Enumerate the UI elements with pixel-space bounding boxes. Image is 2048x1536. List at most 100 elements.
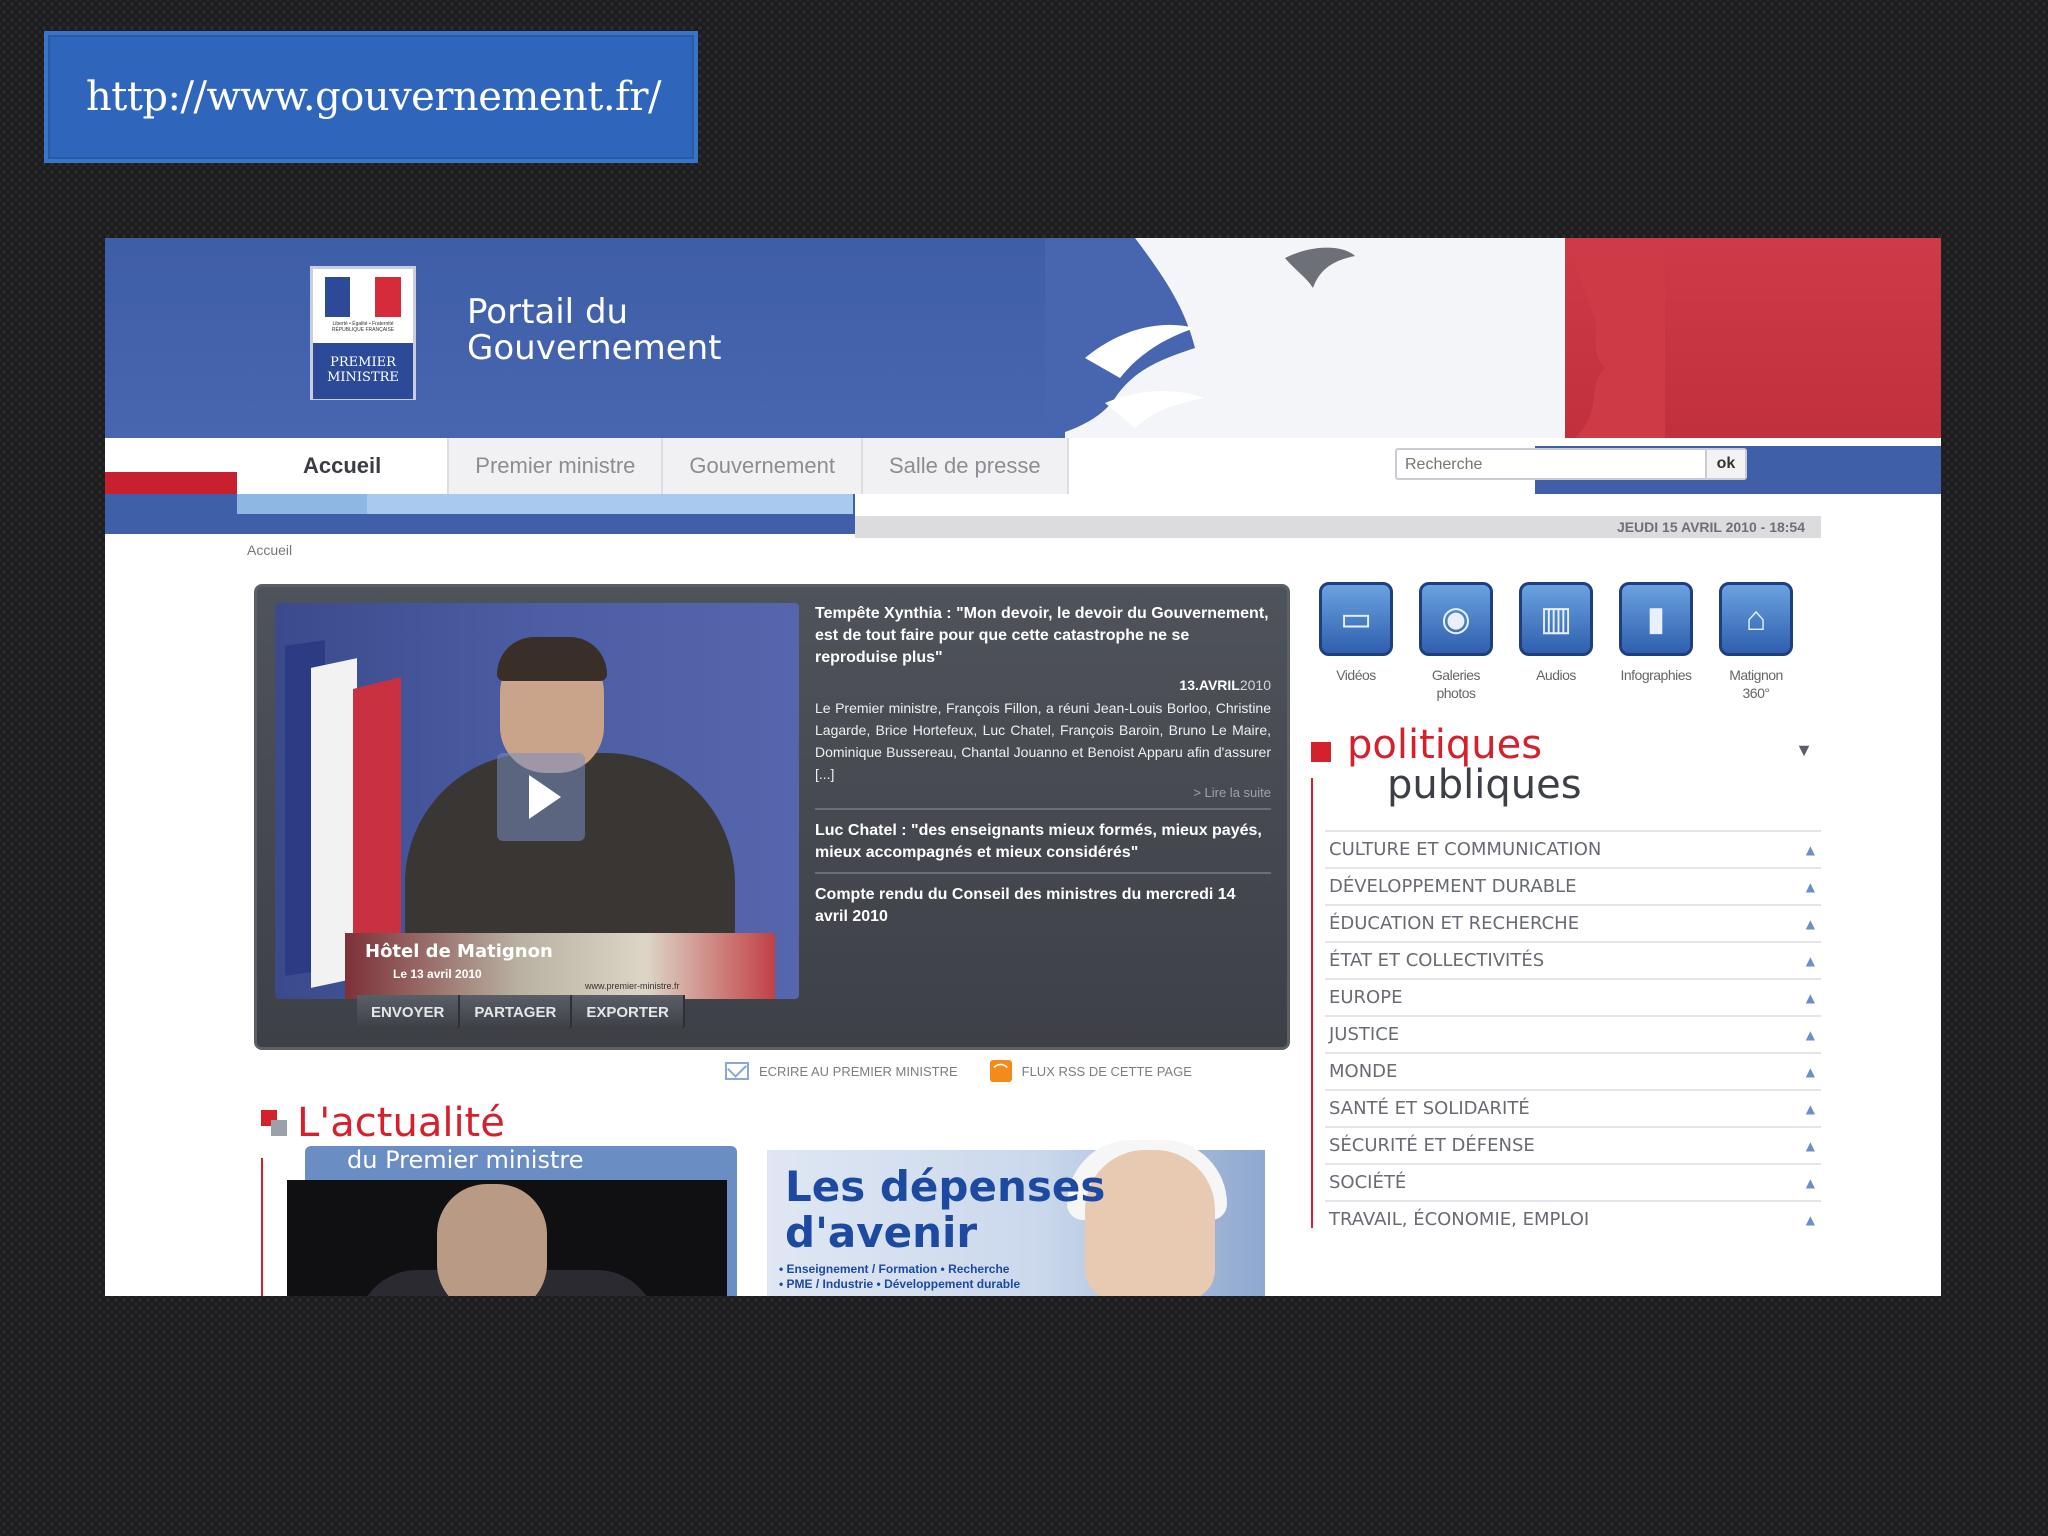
chevron-up-icon: ▲ [1805, 1138, 1815, 1153]
depenses-sub-line1: • Enseignement / Formation • Recherche [779, 1262, 1010, 1276]
news-body-1: Le Premier ministre, François Fillon, a … [815, 700, 1271, 782]
chevron-up-icon: ▲ [1805, 842, 1815, 857]
list-item[interactable]: CULTURE ET COMMUNICATION ▲ [1325, 830, 1821, 867]
play-button[interactable] [497, 753, 585, 841]
search-input[interactable] [1405, 454, 1715, 476]
chevron-up-icon: ▲ [1805, 1064, 1815, 1079]
search-ok-button[interactable]: ok [1705, 450, 1745, 478]
portal-title[interactable]: Portail du Gouvernement [467, 294, 722, 366]
chevron-up-icon: ▲ [1805, 916, 1815, 931]
list-item[interactable]: ÉTAT ET COLLECTIVITÉS ▲ [1325, 941, 1821, 978]
politique-label: ÉTAT ET COLLECTIVITÉS [1329, 950, 1545, 971]
politiques-divider [1311, 778, 1313, 1228]
video-overlay-site: www.premier-ministre.fr [585, 981, 680, 991]
url-banner: http://www.gouvernement.fr/ [44, 31, 698, 163]
date-bar: JEUDI 15 AVRIL 2010 - 18:54 [855, 516, 1821, 538]
politiques-title-line2: publiques [1387, 762, 1582, 808]
list-item[interactable]: DÉVELOPPEMENT DURABLE ▲ [1325, 867, 1821, 904]
list-item[interactable]: SOCIÉTÉ ▲ [1325, 1163, 1821, 1200]
list-item[interactable]: MONDE ▲ [1325, 1052, 1821, 1089]
news-title-2[interactable]: Luc Chatel : "des enseignants mieux form… [815, 820, 1271, 864]
list-item[interactable]: ÉDUCATION ET RECHERCHE ▲ [1325, 904, 1821, 941]
news-divider [815, 872, 1271, 874]
search-box: ok [1395, 448, 1747, 480]
tab-salle-de-presse[interactable]: Salle de presse [862, 438, 1069, 494]
media-label: Galeries photos [1431, 667, 1481, 701]
chevron-up-icon: ▲ [1805, 1175, 1815, 1190]
list-item[interactable]: JUSTICE ▲ [1325, 1015, 1821, 1052]
portal-title-line1: Portail du [467, 292, 629, 332]
actualite-card[interactable]: du Premier ministre [287, 1146, 737, 1296]
partager-button[interactable]: PARTAGER [460, 995, 573, 1029]
logo-pm-text: PREMIER MINISTRE [313, 343, 413, 399]
rss-label: FLUX RSS DE CETTE PAGE [1021, 1063, 1192, 1079]
page-links: ECRIRE AU PREMIER MINISTRE ⌒ FLUX RSS DE… [725, 1060, 1192, 1082]
tab-accueil[interactable]: Accueil [237, 438, 450, 494]
media-photos[interactable]: ◉ Galeries photos [1417, 582, 1495, 702]
news-divider [815, 808, 1271, 810]
politique-label: SÉCURITÉ ET DÉFENSE [1329, 1135, 1535, 1156]
breadcrumb[interactable]: Accueil [247, 542, 292, 558]
url-text: http://www.gouvernement.fr/ [86, 74, 661, 120]
chevron-up-icon: ▲ [1805, 1027, 1815, 1042]
write-pm-link[interactable]: ECRIRE AU PREMIER MINISTRE [725, 1060, 958, 1082]
portal-title-line2: Gouvernement [467, 328, 722, 368]
featured-slider: Hôtel de Matignon Le 13 avril 2010 www.p… [254, 584, 1290, 1050]
marianne-profile-icon [1045, 238, 1665, 438]
write-pm-label: ECRIRE AU PREMIER MINISTRE [759, 1063, 958, 1079]
politique-label: ÉDUCATION ET RECHERCHE [1329, 913, 1580, 934]
nav-red-accent [105, 472, 237, 494]
tab-premier-ministre[interactable]: Premier ministre [449, 438, 664, 494]
premier-ministre-logo[interactable]: Liberté • Égalité • Fraternité RÉPUBLIQU… [310, 266, 416, 400]
chevron-up-icon: ▲ [1805, 1101, 1815, 1116]
chevron-up-icon: ▲ [1805, 879, 1815, 894]
mail-icon [725, 1062, 749, 1080]
section-square-icon [1311, 742, 1331, 762]
list-item[interactable]: SÉCURITÉ ET DÉFENSE ▲ [1325, 1126, 1821, 1163]
read-more-link[interactable]: > Lire la suite [815, 785, 1271, 800]
main-nav-tabs: Accueil Premier ministre Gouvernement Sa… [237, 438, 1069, 494]
news-title-1[interactable]: Tempête Xynthia : "Mon devoir, le devoir… [815, 603, 1271, 669]
media-videos[interactable]: ▭ Vidéos [1317, 582, 1395, 702]
logo-motto: Liberté • Égalité • Fraternité RÉPUBLIQU… [331, 321, 395, 333]
video-actions: ENVOYER PARTAGER EXPORTER [357, 995, 685, 1029]
depenses-title: Les dépenses d'avenir [785, 1164, 1105, 1256]
actualite-divider [261, 1158, 263, 1296]
website-screenshot: Liberté • Égalité • Fraternité RÉPUBLIQU… [105, 238, 1941, 1296]
politique-label: EUROPE [1329, 987, 1403, 1008]
list-item[interactable]: EUROPE ▲ [1325, 978, 1821, 1015]
exporter-button[interactable]: EXPORTER [572, 995, 685, 1029]
photo-face [437, 1184, 547, 1296]
politique-label: CULTURE ET COMMUNICATION [1329, 839, 1602, 860]
chevron-up-icon: ▲ [1805, 953, 1815, 968]
politique-label: SOCIÉTÉ [1329, 1172, 1407, 1193]
media-audios[interactable]: ▥ Audios [1517, 582, 1595, 702]
video-player[interactable]: Hôtel de Matignon Le 13 avril 2010 www.p… [275, 603, 799, 999]
list-item[interactable]: TRAVAIL, ÉCONOMIE, EMPLOI ▲ [1325, 1200, 1821, 1237]
politique-label: TRAVAIL, ÉCONOMIE, EMPLOI [1329, 1209, 1590, 1230]
depenses-avenir-banner[interactable]: Les dépenses d'avenir • Enseignement / F… [767, 1140, 1265, 1296]
politique-label: MONDE [1329, 1061, 1398, 1082]
media-infographies[interactable]: ▮ Infographies [1617, 582, 1695, 702]
chevron-down-icon[interactable]: ▼ [1795, 740, 1813, 761]
actualite-title: L'actualité [297, 1100, 505, 1146]
politique-label: SANTÉ ET SOLIDARITÉ [1329, 1098, 1530, 1119]
media-matignon-360[interactable]: ⌂ Matignon 360° [1717, 582, 1795, 702]
list-item[interactable]: SANTÉ ET SOLIDARITÉ ▲ [1325, 1089, 1821, 1126]
rss-link[interactable]: ⌒ FLUX RSS DE CETTE PAGE [989, 1060, 1192, 1082]
chevron-up-icon: ▲ [1805, 990, 1815, 1005]
video-overlay-date: Le 13 avril 2010 [393, 967, 482, 981]
tab-gouvernement[interactable]: Gouvernement [663, 438, 863, 494]
depenses-sub-line2: • PME / Industrie • Développement durabl… [779, 1277, 1021, 1291]
actualite-photo [287, 1180, 727, 1296]
actualite-heading: L'actualité [261, 1100, 505, 1146]
current-date: JEUDI 15 AVRIL 2010 - 18:54 [1616, 519, 1805, 535]
envoyer-button[interactable]: ENVOYER [357, 995, 461, 1029]
depenses-subtitle: • Enseignement / Formation • Recherche •… [779, 1262, 1020, 1292]
media-label: Matignon 360° [1729, 667, 1783, 701]
film-icon: ▭ [1319, 582, 1393, 656]
section-square-icon [261, 1110, 287, 1136]
speaker-hair [497, 637, 607, 681]
decor-stripe-light [367, 494, 853, 514]
news-title-3[interactable]: Compte rendu du Conseil des ministres du… [815, 884, 1271, 928]
